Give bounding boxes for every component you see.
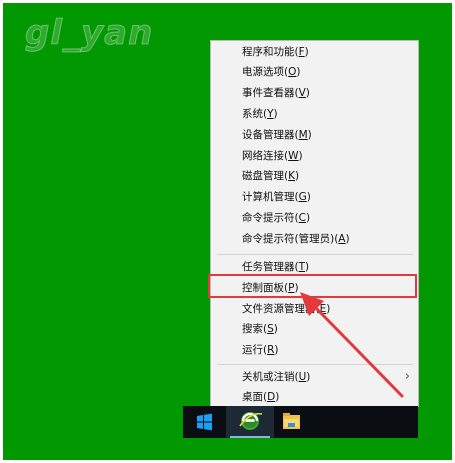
file-explorer-icon xyxy=(283,413,300,429)
active-indicator xyxy=(230,436,270,438)
internet-explorer-icon xyxy=(239,412,263,430)
taskbar-internet-explorer[interactable] xyxy=(226,406,274,438)
annotation-arrow-icon xyxy=(300,292,404,398)
taskbar-file-explorer[interactable] xyxy=(274,406,310,438)
taskbar xyxy=(183,406,418,438)
windows-start-icon xyxy=(197,413,212,431)
start-button[interactable] xyxy=(183,406,226,438)
